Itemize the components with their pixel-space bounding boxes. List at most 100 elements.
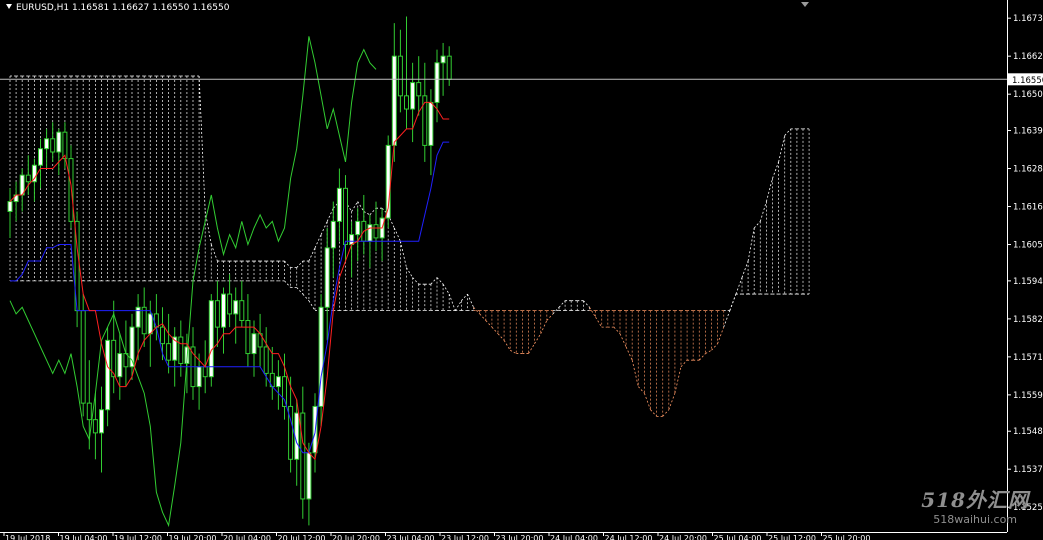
bear-candle bbox=[80, 310, 86, 404]
senkou-span-a-segment bbox=[510, 349, 517, 354]
y-tick-label: 1.15370 bbox=[1013, 465, 1043, 475]
bear-candle bbox=[404, 95, 409, 110]
senkou-span-a-segment bbox=[759, 201, 767, 222]
y-tick-label: 1.16050 bbox=[1013, 241, 1043, 251]
bull-candle bbox=[7, 201, 13, 212]
bull-candle bbox=[117, 353, 123, 378]
senkou-span-a-segment bbox=[662, 409, 670, 417]
senkou-span-a-segment bbox=[741, 260, 749, 278]
senkou-span-b-segment bbox=[284, 280, 291, 288]
senkou-span-a-segment bbox=[393, 227, 401, 242]
chart-window[interactable]: 1.16550 1.167351.166201.165051.163951.16… bbox=[0, 0, 1043, 540]
x-tick-label: 24 Jul 20:00 bbox=[659, 534, 707, 540]
bull-candle bbox=[147, 313, 153, 335]
senkou-span-a-segment bbox=[412, 277, 419, 285]
senkou-span-a-segment bbox=[454, 300, 462, 311]
senkou-span-a-segment bbox=[650, 409, 657, 417]
bull-candle bbox=[99, 409, 104, 434]
bull-candle bbox=[349, 234, 355, 246]
senkou-span-a-segment bbox=[674, 366, 682, 394]
watermark-url: 518waihui.com bbox=[933, 513, 1018, 526]
x-tick-label: 20 Jul 20:00 bbox=[332, 534, 380, 540]
senkou-span-b-segment bbox=[296, 287, 304, 295]
bear-candle bbox=[160, 326, 165, 345]
senkou-span-a-segment bbox=[717, 326, 725, 344]
senkou-span-b-segment bbox=[302, 293, 310, 301]
price-axis: 1.16735 1.16620 1.16505 1.16395 1.16280 1.161… bbox=[0, 0, 1043, 533]
senkou-span-a-segment bbox=[753, 221, 761, 229]
y-tick-label: 1.16735 bbox=[1013, 14, 1043, 24]
senkou-span-a-segment bbox=[357, 201, 365, 212]
chart-shift-marker-icon[interactable] bbox=[801, 2, 809, 7]
bull-candle bbox=[434, 62, 440, 103]
bear-candle bbox=[86, 402, 92, 421]
bear-candle bbox=[92, 419, 98, 434]
bull-candle bbox=[336, 187, 342, 222]
bull-candle bbox=[428, 101, 434, 146]
bull-candle bbox=[38, 148, 43, 166]
senkou-span-a-segment bbox=[619, 333, 627, 348]
x-tick-label: 19 Jul 12:00 bbox=[114, 534, 162, 540]
senkou-span-a-segment bbox=[747, 227, 755, 262]
bear-candle bbox=[178, 336, 184, 364]
x-tick-label: 19 Jul 20:00 bbox=[169, 534, 217, 540]
bear-candle bbox=[214, 300, 220, 328]
senkou-span-a-segment bbox=[772, 161, 779, 179]
bear-candle bbox=[446, 55, 452, 80]
senkou-span-a-segment bbox=[699, 353, 706, 361]
senkou-span-a-segment bbox=[198, 75, 206, 212]
bear-candle bbox=[166, 343, 172, 361]
senkou-span-a-segment bbox=[503, 340, 511, 351]
senkou-span-a-segment bbox=[680, 359, 688, 368]
senkou-span-a-segment bbox=[320, 221, 328, 235]
x-tick-label: 25 Jul 20:00 bbox=[823, 534, 871, 540]
senkou-span-a-segment bbox=[467, 293, 474, 308]
senkou-span-a-segment bbox=[210, 244, 218, 262]
price-chart[interactable]: 1.16550 1.167351.166201.165051.163951.16… bbox=[0, 0, 1043, 540]
senkou-span-a-segment bbox=[442, 283, 450, 295]
x-tick-label: 19 Jul 2018 bbox=[5, 534, 50, 540]
y-tick-label: 1.15940 bbox=[1013, 277, 1043, 287]
bear-candle bbox=[300, 412, 306, 500]
bear-candle bbox=[397, 55, 403, 97]
bull-candle bbox=[367, 224, 373, 242]
senkou-span-a-segment bbox=[711, 343, 718, 351]
symbol-quote: EURUSD,H1 1.16581 1.16627 1.16550 1.1655… bbox=[16, 3, 230, 13]
dropdown-triangle-icon[interactable] bbox=[6, 4, 12, 9]
senkou-span-a-segment bbox=[778, 135, 786, 163]
y-tick-label: 1.15595 bbox=[1013, 391, 1043, 401]
senkou-span-b-segment bbox=[308, 300, 316, 311]
current-price-label: 1.16550 bbox=[1012, 76, 1043, 86]
y-tick-label: 1.16505 bbox=[1013, 90, 1043, 100]
senkou-span-a-segment bbox=[479, 313, 487, 321]
senkou-span-b-segment bbox=[729, 293, 737, 311]
bull-candle bbox=[233, 300, 239, 315]
bull-candle bbox=[330, 220, 336, 249]
chart-title: EURUSD,H1 1.16581 1.16627 1.16550 1.1655… bbox=[6, 3, 229, 13]
senkou-span-a-segment bbox=[363, 211, 371, 216]
senkou-span-a-segment bbox=[638, 386, 645, 394]
x-tick-label: 20 Jul 12:00 bbox=[278, 534, 326, 540]
bull-candle bbox=[196, 366, 202, 388]
senkou-span-a-segment bbox=[558, 300, 566, 308]
senkou-span-a-segment bbox=[351, 201, 359, 212]
x-tick-label: 25 Jul 12:00 bbox=[768, 534, 816, 540]
senkou-span-a-segment bbox=[436, 277, 444, 285]
x-tick-label: 23 Jul 12:00 bbox=[441, 534, 489, 540]
senkou-span-a-segment bbox=[400, 241, 407, 268]
senkou-span-a-segment bbox=[406, 267, 413, 278]
senkou-span-a-segment bbox=[528, 343, 535, 354]
watermark-logo-text: 518外汇网 bbox=[921, 488, 1029, 512]
bear-candle bbox=[50, 138, 56, 153]
senkou-span-a-segment bbox=[613, 326, 621, 335]
x-tick-label: 19 Jul 04:00 bbox=[60, 534, 108, 540]
bear-candle bbox=[239, 300, 245, 322]
senkou-span-a-segment bbox=[534, 333, 542, 344]
senkou-span-a-segment bbox=[314, 234, 322, 248]
bull-candle bbox=[306, 452, 312, 500]
bear-candle bbox=[227, 293, 233, 315]
senkou-span-a-segment bbox=[784, 128, 792, 136]
y-tick-label: 1.16395 bbox=[1013, 127, 1043, 137]
y-tick-label: 1.16165 bbox=[1013, 203, 1043, 213]
senkou-span-a-segment bbox=[644, 393, 651, 410]
